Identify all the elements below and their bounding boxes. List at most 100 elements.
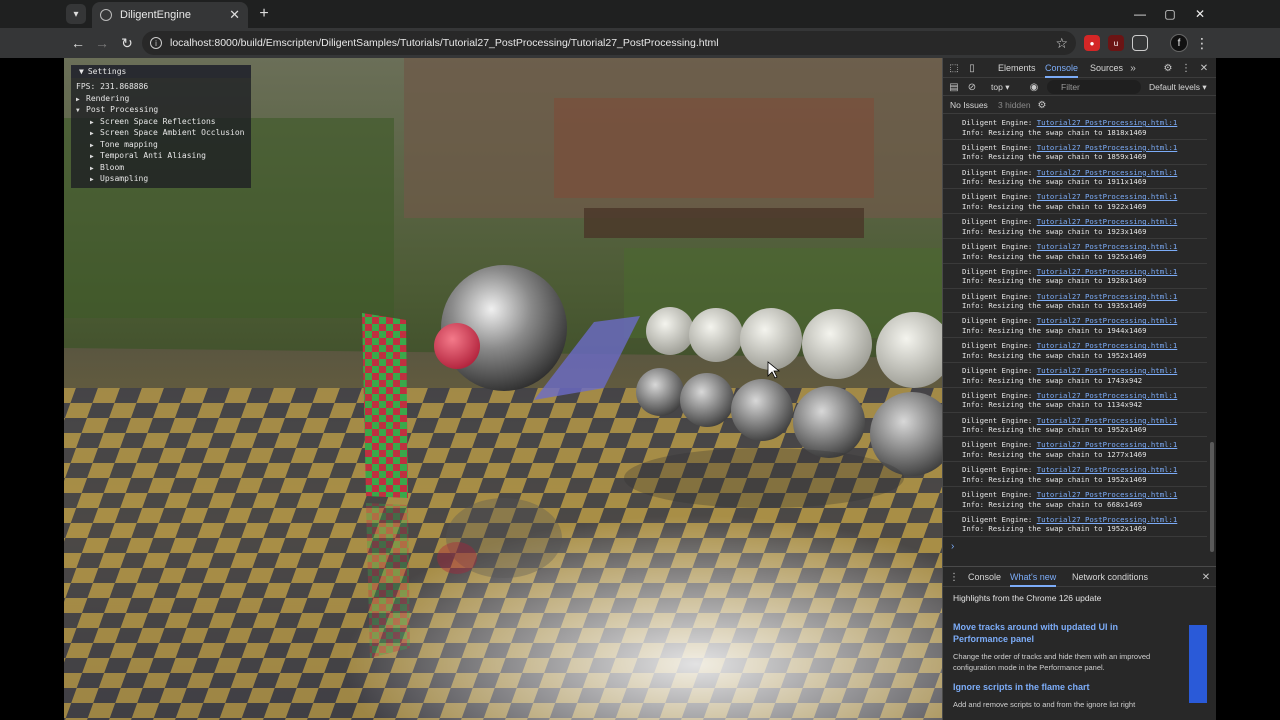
log-prefix: Diligent Engine: <box>962 241 1037 251</box>
log-source-link[interactable]: Tutorial27_PostProcessing.html:1 <box>1037 192 1178 201</box>
console-prompt[interactable]: › <box>951 541 954 552</box>
log-source-link[interactable]: Tutorial27_PostProcessing.html:1 <box>1037 391 1178 400</box>
scrollbar-thumb[interactable] <box>1210 442 1214 552</box>
webgl-canvas[interactable]: ▼ Settings FPS: 231.868886 ▶ Rendering ▼ P… <box>64 58 942 720</box>
whats-new-content: Highlights from the Chrome 126 update Mo… <box>943 587 1217 716</box>
log-source-link[interactable]: Tutorial27_PostProcessing.html:1 <box>1037 168 1178 177</box>
settings-header[interactable]: ▼ Settings <box>71 65 251 78</box>
tab-console[interactable]: Console <box>1045 58 1079 78</box>
log-prefix: Diligent Engine: <box>962 291 1037 301</box>
log-source-link[interactable]: Tutorial27_PostProcessing.html:1 <box>1037 316 1178 325</box>
gear-icon[interactable]: ⚙ <box>1035 98 1049 112</box>
console-log-entry: Diligent Engine: Tutorial27_PostProcessi… <box>943 462 1207 487</box>
sidebar-toggle-icon[interactable]: ▤ <box>947 80 961 94</box>
address-bar[interactable]: i localhost:8000/build/Emscripten/Dilige… <box>142 31 1076 55</box>
bookmark-star-icon[interactable]: ☆ <box>1055 35 1068 52</box>
settings-item-taa[interactable]: ▶ Temporal Anti Aliasing <box>76 150 251 162</box>
tab-sources[interactable]: Sources <box>1090 58 1123 78</box>
log-source-link[interactable]: Tutorial27_PostProcessing.html:1 <box>1037 341 1178 350</box>
context-selector[interactable]: top ▾ <box>991 82 1009 93</box>
maximize-button[interactable]: ▢ <box>1154 0 1186 28</box>
log-message: Info: Resizing the swap chain to <box>962 325 1107 335</box>
log-source-link[interactable]: Tutorial27_PostProcessing.html:1 <box>1037 217 1178 226</box>
kebab-menu-icon[interactable]: ⋮ <box>947 570 961 584</box>
site-info-icon[interactable]: i <box>150 37 162 49</box>
filter-input[interactable]: Filter <box>1047 80 1141 94</box>
settings-item-ssr[interactable]: ▶ Screen Space Reflections <box>76 116 251 128</box>
highlights-header: Highlights from the Chrome 126 update <box>953 593 1102 603</box>
log-source-link[interactable]: Tutorial27_PostProcessing.html:1 <box>1037 292 1178 301</box>
log-source-link[interactable]: Tutorial27_PostProcessing.html:1 <box>1037 143 1178 152</box>
fps-readout: FPS: 231.868886 <box>76 82 149 91</box>
close-window-button[interactable]: ✕ <box>1184 0 1216 28</box>
log-source-link[interactable]: Tutorial27_PostProcessing.html:1 <box>1037 440 1178 449</box>
tab-elements[interactable]: Elements <box>998 58 1036 78</box>
log-message: Info: Resizing the swap chain to <box>962 201 1107 211</box>
log-source-link[interactable]: Tutorial27_PostProcessing.html:1 <box>1037 465 1178 474</box>
clear-console-icon[interactable]: ⊘ <box>965 80 979 94</box>
drawer-tab-whats-new[interactable]: What's new <box>1010 567 1057 587</box>
eye-icon[interactable]: ◉ <box>1027 80 1041 94</box>
log-source-link[interactable]: Tutorial27_PostProcessing.html:1 <box>1037 416 1178 425</box>
log-source-link[interactable]: Tutorial27_PostProcessing.html:1 <box>1037 267 1178 276</box>
issues-count[interactable]: No Issues <box>950 100 988 110</box>
log-message: Info: Resizing the swap chain to <box>962 449 1107 459</box>
log-resolution: 1925x1469 <box>1106 251 1147 261</box>
console-log-entry: Diligent Engine: Tutorial27_PostProcessi… <box>943 313 1207 339</box>
tab-search-button[interactable]: ▾ <box>66 4 86 24</box>
log-message: Info: Resizing the swap chain to <box>962 251 1107 261</box>
settings-item-ssao[interactable]: ▶ Screen Space Ambient Occlusion <box>76 127 251 139</box>
log-message: Info: Resizing the swap chain to <box>962 177 1107 187</box>
log-prefix: Diligent Engine: <box>962 415 1037 425</box>
minimize-button[interactable]: — <box>1124 0 1156 28</box>
ublock-extension-icon[interactable]: u <box>1108 35 1124 51</box>
log-source-link[interactable]: Tutorial27_PostProcessing.html:1 <box>1037 490 1178 499</box>
more-tabs-icon[interactable]: » <box>1126 61 1140 75</box>
settings-item-tone-mapping[interactable]: ▶ Tone mapping <box>76 139 251 151</box>
new-tab-button[interactable]: + <box>254 4 274 24</box>
close-tab-icon[interactable]: ✕ <box>229 7 240 23</box>
whats-new-item-title[interactable]: Move tracks around with updated UI in Pe… <box>953 621 1163 645</box>
log-levels-dropdown[interactable]: Default levels ▾ <box>1149 82 1207 93</box>
url-text[interactable]: localhost:8000/build/Emscripten/Diligent… <box>170 37 1055 49</box>
log-source-link[interactable]: Tutorial27_PostProcessing.html:1 <box>1037 118 1178 127</box>
console-log-entry: Diligent Engine: Tutorial27_PostProcessi… <box>943 363 1207 388</box>
close-icon[interactable]: ✕ <box>1199 570 1213 584</box>
collapse-triangle-icon[interactable]: ▼ <box>79 67 84 76</box>
profile-avatar[interactable]: f <box>1170 34 1188 52</box>
reload-icon[interactable]: ↻ <box>117 33 137 53</box>
log-resolution: 1952x1469 <box>1106 425 1147 435</box>
settings-item-rendering[interactable]: ▶ Rendering <box>76 93 251 105</box>
settings-item-bloom[interactable]: ▶ Bloom <box>76 162 251 174</box>
settings-item-post-processing[interactable]: ▼ Post Processing <box>76 104 251 116</box>
browser-tab[interactable]: DiligentEngine ✕ <box>92 2 248 28</box>
log-source-link[interactable]: Tutorial27_PostProcessing.html:1 <box>1037 515 1178 524</box>
inspect-element-icon[interactable]: ⬚ <box>947 61 961 75</box>
settings-panel[interactable]: ▼ Settings FPS: 231.868886 ▶ Rendering ▼ P… <box>71 65 251 188</box>
log-message: Info: Resizing the swap chain to <box>962 524 1107 534</box>
expand-triangle-icon: ▶ <box>90 130 94 137</box>
console-log-list: Diligent Engine: Tutorial27_PostProcessi… <box>943 115 1207 561</box>
log-resolution: 1922x1469 <box>1106 201 1147 211</box>
log-prefix: Diligent Engine: <box>962 489 1037 499</box>
kebab-menu-icon[interactable]: ⋮ <box>1192 33 1212 53</box>
forward-arrow-icon[interactable]: → <box>92 33 112 53</box>
whats-new-item-title[interactable]: Ignore scripts in the flame chart <box>953 681 1163 693</box>
settings-item-upsampling[interactable]: ▶ Upsampling <box>76 173 251 185</box>
log-resolution: 1952x1469 <box>1106 474 1147 484</box>
kebab-menu-icon[interactable]: ⋮ <box>1179 61 1193 75</box>
drawer-tab-network-conditions[interactable]: Network conditions <box>1072 567 1148 587</box>
log-source-link[interactable]: Tutorial27_PostProcessing.html:1 <box>1037 366 1178 375</box>
console-log-entry: Diligent Engine: Tutorial27_PostProcessi… <box>943 264 1207 289</box>
log-source-link[interactable]: Tutorial27_PostProcessing.html:1 <box>1037 242 1178 251</box>
drawer-tabbar: ⋮ Console What's new Network conditions … <box>943 567 1217 587</box>
log-prefix: Diligent Engine: <box>962 514 1037 524</box>
device-toolbar-icon[interactable]: ▯ <box>965 61 979 75</box>
gear-icon[interactable]: ⚙ <box>1161 61 1175 75</box>
extensions-puzzle-icon[interactable] <box>1132 35 1148 51</box>
hidden-count: 3 hidden <box>998 100 1031 110</box>
close-icon[interactable]: ✕ <box>1197 61 1211 75</box>
back-arrow-icon[interactable]: ← <box>68 33 88 53</box>
drawer-tab-console[interactable]: Console <box>968 567 1001 587</box>
extension-icon[interactable]: ● <box>1084 35 1100 51</box>
